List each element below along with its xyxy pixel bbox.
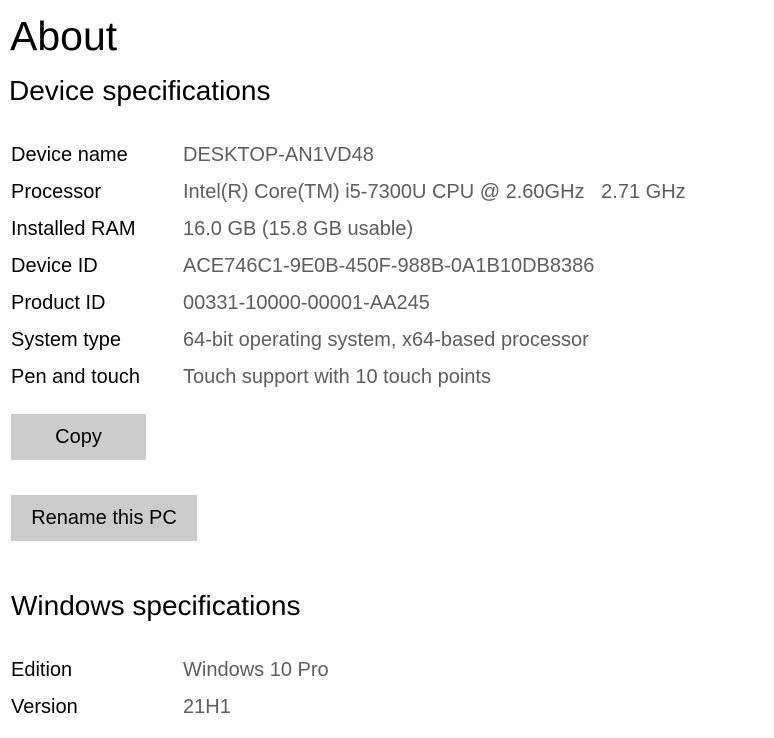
pen-and-touch-value: Touch support with 10 touch points	[183, 366, 491, 388]
device-specifications-table: Device name DESKTOP-AN1VD48 Processor In…	[11, 137, 751, 396]
product-id-row: Product ID 00331-10000-00001-AA245	[11, 285, 751, 322]
system-type-label: System type	[11, 329, 122, 351]
version-label: Version	[11, 696, 78, 718]
installed-ram-value: 16.0 GB (15.8 GB usable)	[183, 218, 414, 240]
version-row: Version 21H1	[11, 689, 751, 726]
system-type-value: 64-bit operating system, x64-based proce…	[183, 329, 589, 351]
rename-pc-button[interactable]: Rename this PC	[11, 495, 197, 541]
windows-specifications-table: Edition Windows 10 Pro Version 21H1	[11, 652, 751, 726]
page-title: About	[10, 13, 118, 59]
product-id-value: 00331-10000-00001-AA245	[183, 292, 430, 314]
edition-value: Windows 10 Pro	[183, 659, 329, 681]
product-id-label: Product ID	[11, 292, 106, 314]
device-name-label: Device name	[11, 144, 128, 166]
copy-button[interactable]: Copy	[11, 414, 146, 460]
device-name-value: DESKTOP-AN1VD48	[183, 144, 374, 166]
device-specifications-heading: Device specifications	[9, 75, 271, 106]
processor-label: Processor	[11, 181, 102, 203]
installed-ram-label: Installed RAM	[11, 218, 136, 240]
device-id-value: ACE746C1-9E0B-450F-988B-0A1B10DB8386	[183, 255, 595, 277]
edition-row: Edition Windows 10 Pro	[11, 652, 751, 689]
edition-label: Edition	[11, 659, 73, 681]
processor-row: Processor Intel(R) Core(TM) i5-7300U CPU…	[11, 174, 751, 211]
system-type-row: System type 64-bit operating system, x64…	[11, 322, 751, 359]
device-name-row: Device name DESKTOP-AN1VD48	[11, 137, 751, 174]
pen-and-touch-label: Pen and touch	[11, 366, 140, 388]
processor-value: Intel(R) Core(TM) i5-7300U CPU @ 2.60GHz…	[183, 181, 686, 203]
device-id-row: Device ID ACE746C1-9E0B-450F-988B-0A1B10…	[11, 248, 751, 285]
version-value: 21H1	[183, 696, 231, 718]
pen-and-touch-row: Pen and touch Touch support with 10 touc…	[11, 359, 751, 396]
device-id-label: Device ID	[11, 255, 98, 277]
windows-specifications-heading: Windows specifications	[11, 590, 301, 621]
installed-ram-row: Installed RAM 16.0 GB (15.8 GB usable)	[11, 211, 751, 248]
